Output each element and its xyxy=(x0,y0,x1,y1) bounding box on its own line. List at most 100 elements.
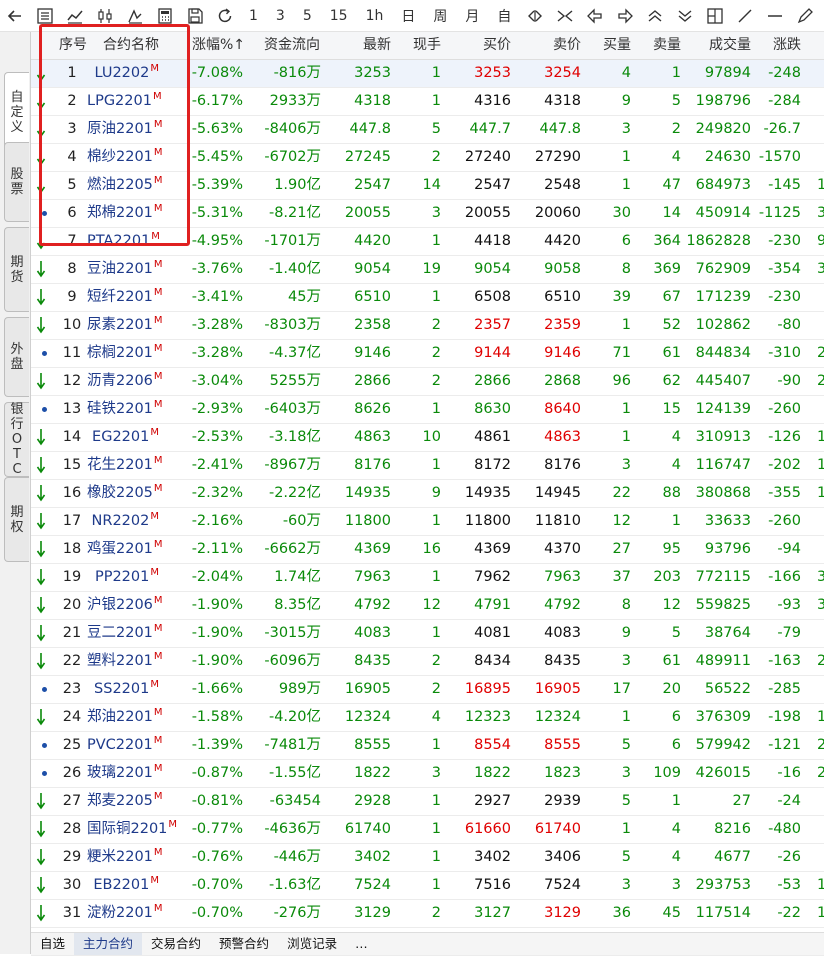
col-header-ask-qty[interactable]: 卖量 xyxy=(641,32,681,59)
table-row[interactable]: EB2201M 30 -0.70% -1.63亿 7524 1 7516 7524 3 3 2937… xyxy=(31,872,824,900)
col-header-seq[interactable]: 序号 xyxy=(59,32,87,59)
bottom-tab-0[interactable]: 自选 xyxy=(31,933,74,955)
cell-name[interactable]: 花生2201M xyxy=(87,452,163,479)
cell-name[interactable]: 沪银2206M xyxy=(87,592,163,619)
period-button[interactable]: 5 xyxy=(294,0,321,31)
table-row[interactable]: 郑麦2205M 27 -0.81% -63454 2928 1 2927 2939 5 1 27 -2… xyxy=(31,788,824,816)
col-header-pct[interactable]: 涨幅%↑ xyxy=(192,32,245,59)
table-row[interactable]: PTA2201M 7 -4.95% -1701万 4420 1 4418 4420 6 364 18… xyxy=(31,228,824,256)
table-row[interactable]: 花生2201M 15 -2.41% -8967万 8176 1 8172 8176 3 4 1167… xyxy=(31,452,824,480)
period-button[interactable]: 15 xyxy=(321,0,357,31)
cell-name[interactable]: 玻璃2201M xyxy=(87,760,163,787)
side-tab-1[interactable]: 股票 xyxy=(4,142,29,222)
cell-name[interactable]: 淀粉2201M xyxy=(87,900,163,927)
col-header-change[interactable]: 涨跌 xyxy=(761,32,801,59)
bottom-tab-2[interactable]: 交易合约 xyxy=(142,933,210,955)
cell-name[interactable]: 国际铜2201M xyxy=(87,816,177,843)
table-row[interactable]: 豆二2201M 21 -1.90% -3015万 4083 1 4081 4083 9 5 3876… xyxy=(31,620,824,648)
cell-name[interactable]: LPG2201M xyxy=(87,88,162,115)
table-row[interactable]: 橡胶2205M 16 -2.32% -2.22亿 14935 9 14935 14945 22 8… xyxy=(31,480,824,508)
back-arrow-icon[interactable] xyxy=(0,0,30,31)
double-chevron-down-icon[interactable] xyxy=(670,0,700,31)
table-row[interactable]: 短纤2201M 9 -3.41% 45万 6510 1 6508 6510 39 67 171239… xyxy=(31,284,824,312)
cell-name[interactable]: PTA2201M xyxy=(87,228,160,255)
table-row[interactable]: SS2201M 23 -1.66% 989万 16905 2 16895 16905 17 20 5… xyxy=(31,676,824,704)
more-tabs-button[interactable]: … xyxy=(346,933,377,955)
calculator-icon[interactable] xyxy=(150,0,180,31)
table-row[interactable]: 尿素2201M 10 -3.28% -8303万 2358 2 2357 2359 1 52 102… xyxy=(31,312,824,340)
cell-name[interactable]: 尿素2201M xyxy=(87,312,163,339)
expand-horizontal-icon[interactable] xyxy=(520,0,550,31)
save-icon[interactable] xyxy=(180,0,210,31)
period-button[interactable]: 日 xyxy=(392,0,424,31)
table-row[interactable]: 沪银2206M 20 -1.90% 8.35亿 4792 12 4791 4792 8 12 559… xyxy=(31,592,824,620)
horizontal-line-icon[interactable] xyxy=(760,0,790,31)
arrow-left-icon[interactable] xyxy=(580,0,610,31)
cell-name[interactable]: 棕榈2201M xyxy=(87,340,163,367)
period-button[interactable]: 1h xyxy=(357,0,393,31)
cell-name[interactable]: 棉纱2201M xyxy=(87,144,163,171)
refresh-icon[interactable] xyxy=(210,0,240,31)
cell-name[interactable]: 粳米2201M xyxy=(87,844,163,871)
period-button[interactable]: 自 xyxy=(488,0,520,31)
bottom-tab-1[interactable]: 主力合约 xyxy=(74,933,143,955)
chevron-up-icon[interactable] xyxy=(640,0,670,31)
cell-name[interactable]: 鸡蛋2201M xyxy=(87,536,163,563)
collapse-horizontal-icon[interactable] xyxy=(550,0,580,31)
table-row[interactable]: 原油2201M 3 -5.63% -8406万 447.8 5 447.7 447.8 3 2 24… xyxy=(31,116,824,144)
period-button[interactable]: 3 xyxy=(267,0,294,31)
table-row[interactable]: PP2201M 19 -2.04% 1.74亿 7963 1 7962 7963 37 203 77… xyxy=(31,564,824,592)
line-chart-icon[interactable] xyxy=(60,0,90,31)
cell-name[interactable]: 塑料2201M xyxy=(87,648,163,675)
cell-name[interactable]: 燃油2205M xyxy=(87,172,163,199)
table-row[interactable]: EG2201M 14 -2.53% -3.18亿 4863 10 4861 4863 1 4 310… xyxy=(31,424,824,452)
table-row[interactable]: PVC2201M 25 -1.39% -7481万 8555 1 8554 8555 5 6 579… xyxy=(31,732,824,760)
table-row[interactable]: 鸡蛋2201M 18 -2.11% -6662万 4369 16 4369 4370 27 95 9… xyxy=(31,536,824,564)
list-view-icon[interactable] xyxy=(30,0,60,31)
period-button[interactable]: 1 xyxy=(240,0,267,31)
side-tab-5[interactable]: 期权 xyxy=(4,477,29,562)
table-row[interactable]: 燃油2205M 5 -5.39% 1.90亿 2547 14 2547 2548 1 47 6849… xyxy=(31,172,824,200)
cell-name[interactable]: EB2201M xyxy=(87,872,159,899)
cell-name[interactable]: 短纤2201M xyxy=(87,284,163,311)
pen-icon[interactable] xyxy=(790,0,820,31)
cell-name[interactable]: 郑油2201M xyxy=(87,704,163,731)
cell-name[interactable]: NR2202M xyxy=(87,508,159,535)
col-header-ask[interactable]: 卖价 xyxy=(541,32,581,59)
table-row[interactable]: 国际铜2201M 28 -0.77% -4636万 61740 1 61660 61740 1 4… xyxy=(31,816,824,844)
cell-name[interactable]: PP2201M xyxy=(87,564,159,591)
table-row[interactable]: 棉纱2201M 4 -5.45% -6702万 27245 2 27240 27290 1 4 24… xyxy=(31,144,824,172)
cell-name[interactable]: 硅铁2201M xyxy=(87,396,163,423)
period-button[interactable]: 月 xyxy=(456,0,488,31)
table-row[interactable]: LPG2201M 2 -6.17% 2933万 4318 1 4316 4318 9 5 19879… xyxy=(31,88,824,116)
side-tab-3[interactable]: 外盘 xyxy=(4,317,29,397)
cell-name[interactable]: PVC2201M xyxy=(87,732,162,759)
table-row[interactable]: 淀粉2201M 31 -0.70% -276万 3129 2 3127 3129 36 45 117… xyxy=(31,900,824,928)
table-row[interactable]: NR2202M 17 -2.16% -60万 11800 1 11800 11810 12 1 33… xyxy=(31,508,824,536)
table-row[interactable]: 郑油2201M 24 -1.58% -4.20亿 12324 4 12323 12324 1 6 3… xyxy=(31,704,824,732)
table-row[interactable]: LU2202M 1 -7.08% -816万 3253 1 3253 3254 4 1 97894 -… xyxy=(31,60,824,88)
layout-grid-icon[interactable] xyxy=(700,0,730,31)
cell-name[interactable]: 豆油2201M xyxy=(87,256,163,283)
side-tab-0[interactable]: 自定义 xyxy=(4,72,29,152)
cell-name[interactable]: 郑麦2205M xyxy=(87,788,163,815)
side-tab-2[interactable]: 期货 xyxy=(4,227,29,312)
period-button[interactable]: 周 xyxy=(424,0,456,31)
cell-name[interactable]: 沥青2206M xyxy=(87,368,163,395)
table-row[interactable]: 豆油2201M 8 -3.76% -1.40亿 9054 19 9054 9058 8 369 76… xyxy=(31,256,824,284)
table-row[interactable]: 硅铁2201M 13 -2.93% -6403万 8626 1 8630 8640 1 15 124… xyxy=(31,396,824,424)
col-header-bid-qty[interactable]: 买量 xyxy=(591,32,631,59)
bottom-tab-4[interactable]: 浏览记录 xyxy=(278,933,346,955)
col-header-vol-now[interactable]: 现手 xyxy=(401,32,441,59)
col-header-volume[interactable]: 成交量 xyxy=(691,32,751,59)
cell-name[interactable]: EG2201M xyxy=(87,424,159,451)
side-tab-4[interactable]: 银行OTC xyxy=(4,402,29,477)
table-row[interactable]: 粳米2201M 29 -0.76% -446万 3402 1 3402 3406 5 4 4677 -… xyxy=(31,844,824,872)
col-header-last[interactable]: 最新 xyxy=(331,32,391,59)
arrow-right-icon[interactable] xyxy=(610,0,640,31)
table-row[interactable]: 沥青2206M 12 -3.04% 5255万 2866 2 2866 2868 96 62 445… xyxy=(31,368,824,396)
candlestick-icon[interactable] xyxy=(90,0,120,31)
cell-name[interactable]: 橡胶2205M xyxy=(87,480,163,507)
cell-name[interactable]: 郑棉2201M xyxy=(87,200,163,227)
indicator-icon[interactable] xyxy=(120,0,150,31)
